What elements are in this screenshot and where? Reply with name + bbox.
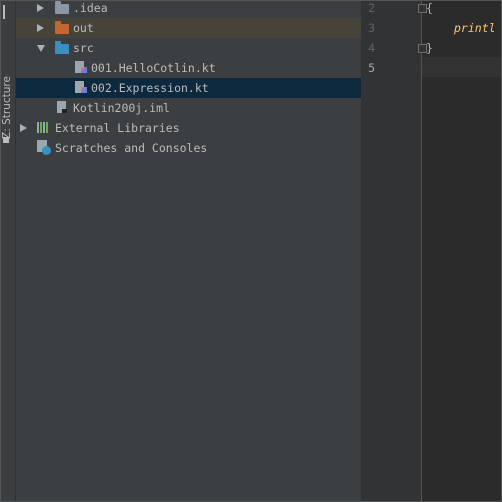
expand-arrow-icon[interactable] xyxy=(37,4,44,12)
tree-item-label: Scratches and Consoles xyxy=(55,141,208,155)
folder-icon xyxy=(55,21,69,34)
code-editor[interactable]: 2 3 4 5 { printl } xyxy=(361,1,501,501)
tree-item-out[interactable]: out xyxy=(16,18,361,38)
collapse-arrow-icon[interactable] xyxy=(37,45,45,52)
source-folder-icon xyxy=(55,41,69,54)
structure-tab-label[interactable]: Z: Structure xyxy=(1,67,13,139)
structure-tool-strip[interactable]: Z: Structure xyxy=(1,1,16,501)
ide-window: Z: Structure .idea out src 001.HelloCotl… xyxy=(0,0,502,502)
code-line: { xyxy=(426,1,433,15)
tree-item-label: .idea xyxy=(73,1,108,15)
expand-arrow-icon[interactable] xyxy=(37,24,44,32)
code-line: } xyxy=(426,41,433,55)
library-icon xyxy=(37,122,48,133)
project-tab-marker[interactable] xyxy=(3,5,13,19)
tree-item-iml[interactable]: Kotlin200j.iml xyxy=(16,98,361,118)
scratches-icon xyxy=(37,140,51,155)
module-file-icon xyxy=(57,101,67,113)
tree-item-hellocotlin[interactable]: 001.HelloCotlin.kt xyxy=(16,58,361,78)
folder-icon xyxy=(55,1,69,14)
tree-item-src[interactable]: src xyxy=(16,38,361,58)
code-line: printl xyxy=(454,21,496,35)
project-panel: .idea out src 001.HelloCotlin.kt 002.Exp… xyxy=(16,1,361,501)
tree-item-label: Kotlin200j.iml xyxy=(73,101,170,115)
editor-gutter: 2 3 4 5 xyxy=(361,1,427,501)
caret-row-highlight xyxy=(422,57,501,77)
line-number: 4 xyxy=(368,41,375,55)
kotlin-file-icon xyxy=(75,61,87,73)
structure-icon xyxy=(3,137,9,143)
tree-item-label: 001.HelloCotlin.kt xyxy=(91,61,216,75)
tree-item-label: out xyxy=(73,21,94,35)
tree-item-label: 002.Expression.kt xyxy=(91,81,209,95)
tree-item-label: src xyxy=(73,41,94,55)
expand-arrow-icon[interactable] xyxy=(20,124,27,132)
tree-item-scratches[interactable]: Scratches and Consoles xyxy=(16,138,361,158)
tree-item-external-libraries[interactable]: External Libraries xyxy=(16,118,361,138)
line-number: 3 xyxy=(368,21,375,35)
kotlin-file-icon xyxy=(75,81,87,93)
line-number: 5 xyxy=(368,61,375,75)
line-number: 2 xyxy=(368,1,375,15)
tree-item-label: External Libraries xyxy=(55,121,180,135)
tree-item-idea[interactable]: .idea xyxy=(16,1,361,18)
tree-item-expression[interactable]: 002.Expression.kt xyxy=(16,78,361,98)
